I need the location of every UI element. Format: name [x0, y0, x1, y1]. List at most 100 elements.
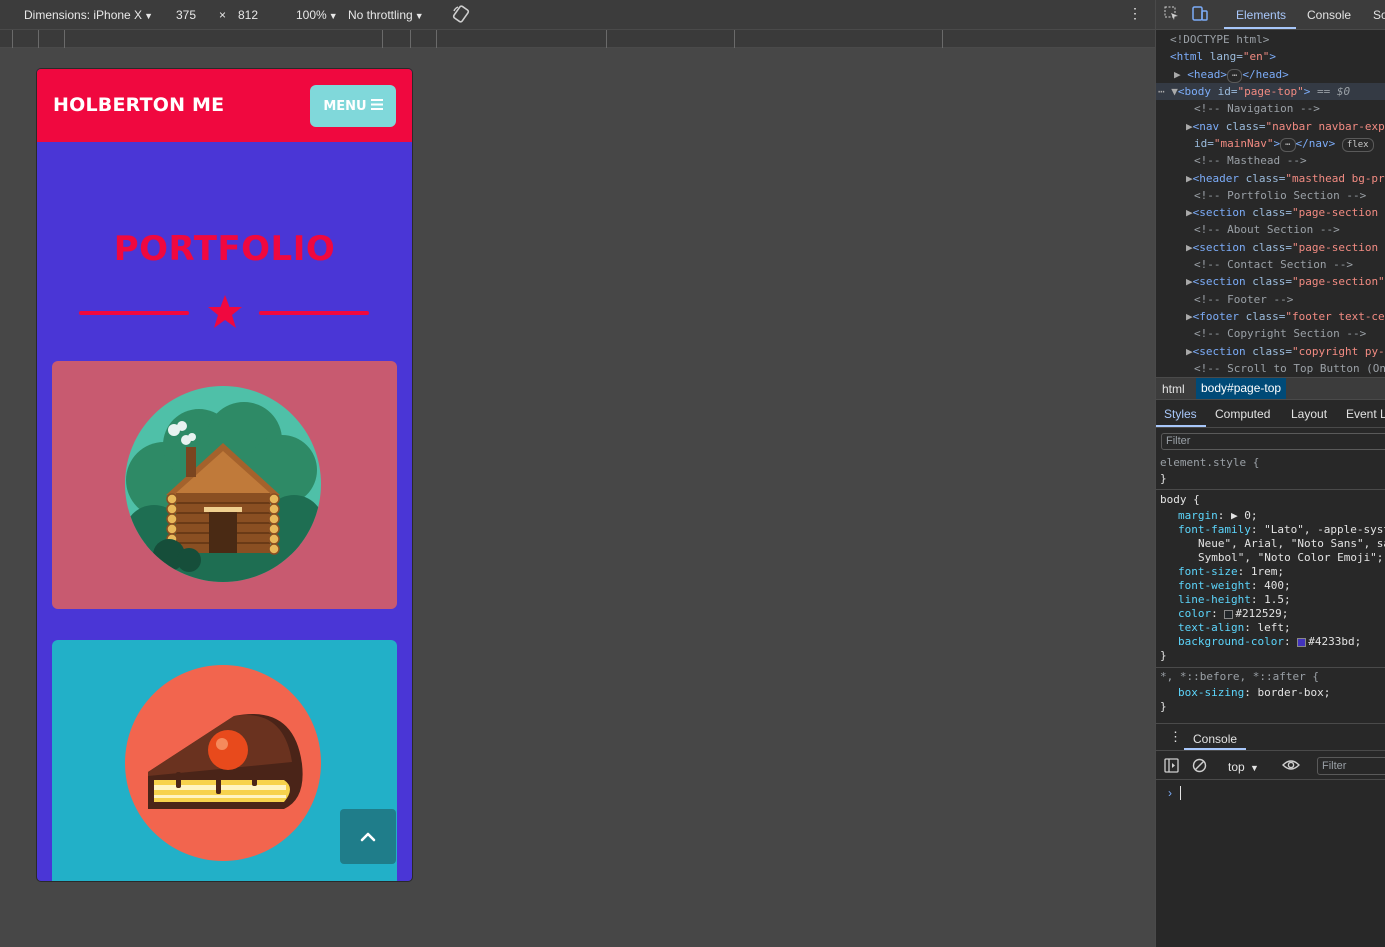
dom-body-node[interactable]: ⋯ ▼<body id="page-top"> == $0 — [1158, 83, 1350, 100]
scroll-to-top-button[interactable] — [340, 809, 396, 864]
clear-console-icon[interactable] — [1192, 758, 1207, 776]
inspect-element-icon[interactable] — [1164, 6, 1179, 24]
console-toolbar: top ▼ Filter — [1156, 752, 1385, 780]
context-label: top — [1228, 760, 1245, 774]
hamburger-icon — [370, 98, 383, 114]
universal-rule-selector[interactable]: *, *::before, *::after { — [1160, 670, 1319, 684]
eye-icon[interactable] — [1282, 758, 1300, 775]
styles-filter-input[interactable]: Filter — [1161, 433, 1385, 450]
css-prop-color[interactable]: color: #212529; — [1178, 607, 1288, 621]
zoom-dropdown[interactable]: 100% ▼ — [296, 8, 338, 22]
drawer-tab-bar: ⋮ Console — [1156, 724, 1385, 751]
context-selector[interactable]: top ▼ — [1228, 760, 1259, 774]
device-viewport: HOLBERTON ME MENU PORTFOLIO — [37, 69, 412, 881]
tab-console[interactable]: Console — [1307, 8, 1351, 22]
device-dimensions-dropdown[interactable]: Dimensions: iPhone X ▼ — [24, 8, 153, 22]
css-prop-font-family[interactable]: font-family: "Lato", -apple-syst — [1178, 523, 1385, 537]
chevron-down-icon: ▼ — [414, 11, 424, 21]
portfolio-item-cabin[interactable] — [52, 361, 397, 609]
css-prop-line-height[interactable]: line-height: 1.5; — [1178, 593, 1291, 607]
css-prop-font-size[interactable]: font-size: 1rem; — [1178, 565, 1284, 579]
viewport-width-input[interactable]: 375 — [176, 8, 196, 22]
body-rule-selector[interactable]: body { — [1160, 493, 1200, 507]
devtools-tab-bar: Elements Console So — [1156, 0, 1385, 30]
dimension-times-icon: × — [219, 8, 227, 22]
tab-elements[interactable]: Elements — [1236, 8, 1286, 22]
viewport-height-input[interactable]: 812 — [238, 8, 258, 22]
css-prop-font-weight[interactable]: font-weight: 400; — [1178, 579, 1291, 593]
console-input[interactable] — [1180, 786, 1181, 800]
rule-close: } — [1160, 700, 1167, 713]
breadcrumb: html body#page-top — [1156, 377, 1385, 400]
chevron-down-icon: ▼ — [328, 11, 338, 21]
dom-copyright-node[interactable]: ▶<section class="copyright py- — [1186, 343, 1385, 360]
dom-comment[interactable]: <!-- Navigation --> — [1194, 100, 1320, 117]
styles-tab-bar: Styles Computed Layout Event Li — [1156, 401, 1385, 428]
device-dimensions-label: Dimensions: iPhone X — [24, 8, 143, 22]
media-query-ruler — [0, 30, 1155, 48]
site-brand[interactable]: HOLBERTON ME — [53, 94, 224, 116]
devtools-panel: Elements Console So <!DOCTYPE html> <htm… — [1155, 0, 1385, 947]
dom-head-node[interactable]: ▶ <head> ⋯ </head> — [1174, 66, 1289, 83]
star-icon — [208, 295, 242, 328]
dom-nav-node[interactable]: ▶<nav class="navbar navbar-exp — [1186, 118, 1385, 135]
tab-console-drawer[interactable]: Console — [1193, 732, 1237, 746]
tab-layout[interactable]: Layout — [1291, 407, 1327, 421]
divider-line-left — [79, 311, 189, 315]
color-swatch[interactable] — [1297, 637, 1307, 647]
site-navbar: HOLBERTON ME MENU — [37, 69, 412, 142]
dom-nav-node-cont[interactable]: id="mainNav"> ⋯ </nav> flex — [1194, 135, 1374, 152]
chevron-up-icon — [360, 832, 376, 841]
rule-separator — [1156, 489, 1385, 490]
tab-styles[interactable]: Styles — [1164, 407, 1197, 421]
tab-sources[interactable]: So — [1373, 8, 1385, 22]
dom-footer-node[interactable]: ▶<footer class="footer text-ce — [1186, 308, 1385, 325]
dom-comment[interactable]: <!-- Portfolio Section --> — [1194, 187, 1366, 204]
dom-comment[interactable]: <!-- About Section --> — [1194, 221, 1340, 238]
menu-button[interactable]: MENU — [310, 85, 396, 127]
portfolio-heading: PORTFOLIO — [113, 229, 336, 269]
throttling-dropdown[interactable]: No throttling ▼ — [348, 8, 424, 22]
css-value-cont: Neue", Arial, "Noto Sans", sa — [1198, 537, 1385, 550]
css-prop-text-align[interactable]: text-align: left; — [1178, 621, 1291, 635]
dom-section-node[interactable]: ▶<section class="page-section" — [1186, 273, 1385, 290]
rule-close: } — [1160, 472, 1167, 485]
console-drawer: ⋮ Console top ▼ Filter › — [1156, 723, 1385, 947]
breadcrumb-html[interactable]: html — [1162, 382, 1185, 396]
dom-header-node[interactable]: ▶<header class="masthead bg-pr — [1186, 170, 1385, 187]
tab-event-listeners[interactable]: Event Li — [1346, 407, 1385, 421]
flex-badge[interactable]: flex — [1341, 138, 1374, 152]
dom-section-node[interactable]: ▶<section class="page-section — [1186, 204, 1378, 221]
tab-computed[interactable]: Computed — [1215, 407, 1270, 421]
divider-line-right — [259, 311, 369, 315]
menu-label: MENU — [323, 98, 367, 114]
cake-illustration — [125, 665, 321, 861]
css-prop-margin[interactable]: margin: ▶ 0; — [1178, 509, 1258, 523]
device-toggle-icon[interactable] — [1192, 6, 1208, 24]
cabin-illustration — [125, 386, 321, 582]
dom-comment[interactable]: <!-- Contact Section --> — [1194, 256, 1353, 273]
dom-comment[interactable]: <!-- Copyright Section --> — [1194, 325, 1366, 342]
rule-close: } — [1160, 649, 1167, 662]
color-swatch[interactable] — [1224, 609, 1234, 619]
console-filter-input[interactable]: Filter — [1317, 757, 1385, 775]
chevron-down-icon: ▼ — [144, 11, 153, 21]
element-style-rule[interactable]: element.style { — [1160, 456, 1259, 470]
dom-section-node[interactable]: ▶<section class="page-section — [1186, 239, 1378, 256]
zoom-label: 100% — [296, 8, 327, 22]
dom-comment[interactable]: <!-- Footer --> — [1194, 291, 1293, 308]
throttling-label: No throttling — [348, 8, 413, 22]
dom-doctype[interactable]: <!DOCTYPE html> — [1170, 31, 1269, 48]
dom-comment[interactable]: <!-- Scroll to Top Button (On — [1194, 360, 1385, 377]
css-prop-box-sizing[interactable]: box-sizing: border-box; — [1178, 686, 1330, 700]
dom-html-node[interactable]: <html lang="en"> — [1170, 48, 1276, 65]
more-options-icon[interactable]: ⋮ — [1128, 5, 1142, 22]
dom-comment[interactable]: <!-- Masthead --> — [1194, 152, 1307, 169]
drawer-menu-icon[interactable]: ⋮ — [1169, 729, 1182, 745]
css-prop-background-color[interactable]: background-color: #4233bd; — [1178, 635, 1361, 649]
rule-separator — [1156, 667, 1385, 668]
rotate-icon[interactable] — [452, 5, 470, 26]
active-tab-indicator — [1224, 27, 1296, 29]
sidebar-toggle-icon[interactable] — [1164, 758, 1179, 776]
breadcrumb-body[interactable]: body#page-top — [1196, 378, 1287, 399]
